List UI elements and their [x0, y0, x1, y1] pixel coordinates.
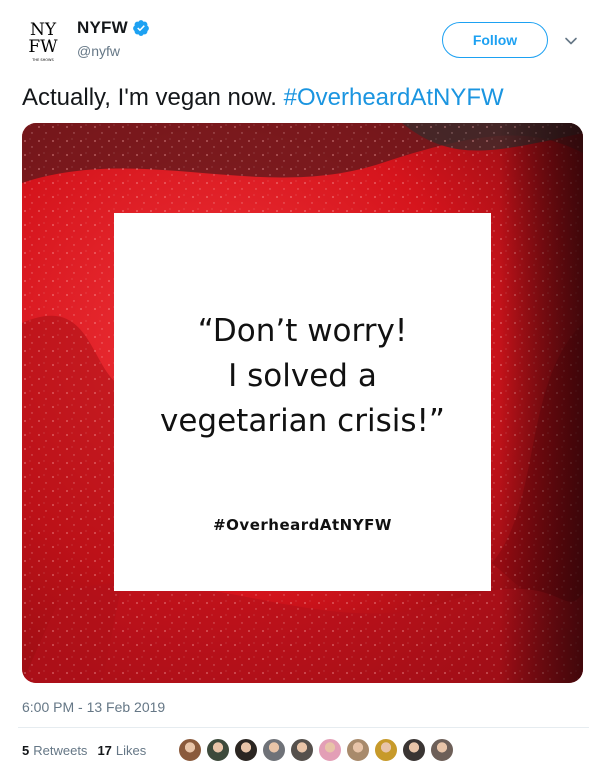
liker-avatar[interactable] — [318, 738, 342, 762]
follow-button[interactable]: Follow — [442, 22, 548, 58]
liker-avatar[interactable] — [346, 738, 370, 762]
retweets-stat[interactable]: 5 Retweets — [22, 743, 87, 758]
nyfw-logo-icon: NY FW THE SHOWS — [18, 14, 68, 64]
tweet-header: NY FW THE SHOWS NYFW @nyfw Follow — [0, 0, 607, 80]
retweets-label: Retweets — [33, 743, 88, 758]
chevron-down-icon[interactable] — [564, 34, 578, 48]
account-handle[interactable]: @nyfw — [77, 43, 120, 59]
display-name[interactable]: NYFW — [77, 18, 128, 38]
tweet-hashtag-link[interactable]: #OverheardAtNYFW — [284, 84, 504, 111]
liker-avatar[interactable] — [234, 738, 258, 762]
quote-line-3: vegetarian crisis!” — [160, 403, 445, 439]
liker-avatar[interactable] — [290, 738, 314, 762]
liker-avatar[interactable] — [402, 738, 426, 762]
tweet-media-image[interactable]: “Don’t worry! I solved a vegetarian cris… — [22, 123, 583, 683]
quote-line-1: “Don’t worry! — [197, 313, 408, 349]
quote-card: “Don’t worry! I solved a vegetarian cris… — [114, 213, 491, 591]
liker-avatar[interactable] — [430, 738, 454, 762]
liker-avatar[interactable] — [178, 738, 202, 762]
likes-stat[interactable]: 17 Likes — [97, 743, 146, 758]
verified-badge-icon — [132, 20, 149, 36]
tweet-stats: 5 Retweets 17 Likes — [22, 743, 156, 758]
liker-avatar[interactable] — [206, 738, 230, 762]
tweet-timestamp[interactable]: 6:00 PM - 13 Feb 2019 — [22, 699, 165, 715]
card-hashtag: #OverheardAtNYFW — [213, 516, 392, 534]
liker-avatar[interactable] — [262, 738, 286, 762]
svg-text:THE SHOWS: THE SHOWS — [31, 58, 54, 62]
quote-text: “Don’t worry! I solved a vegetarian cris… — [114, 309, 491, 444]
retweets-count: 5 — [22, 743, 30, 758]
svg-text:FW: FW — [28, 37, 58, 57]
likes-count: 17 — [97, 743, 112, 758]
liker-avatar[interactable] — [374, 738, 398, 762]
nyfw-logo-avatar[interactable]: NY FW THE SHOWS — [18, 14, 68, 64]
likes-label: Likes — [115, 743, 147, 758]
quote-line-2: I solved a — [228, 358, 377, 394]
divider — [18, 727, 589, 728]
tweet-body: Actually, I'm vegan now. — [22, 84, 284, 111]
liker-avatars — [178, 738, 458, 762]
name-row: NYFW — [77, 18, 150, 38]
tweet-text: Actually, I'm vegan now. #OverheardAtNYF… — [22, 84, 504, 112]
